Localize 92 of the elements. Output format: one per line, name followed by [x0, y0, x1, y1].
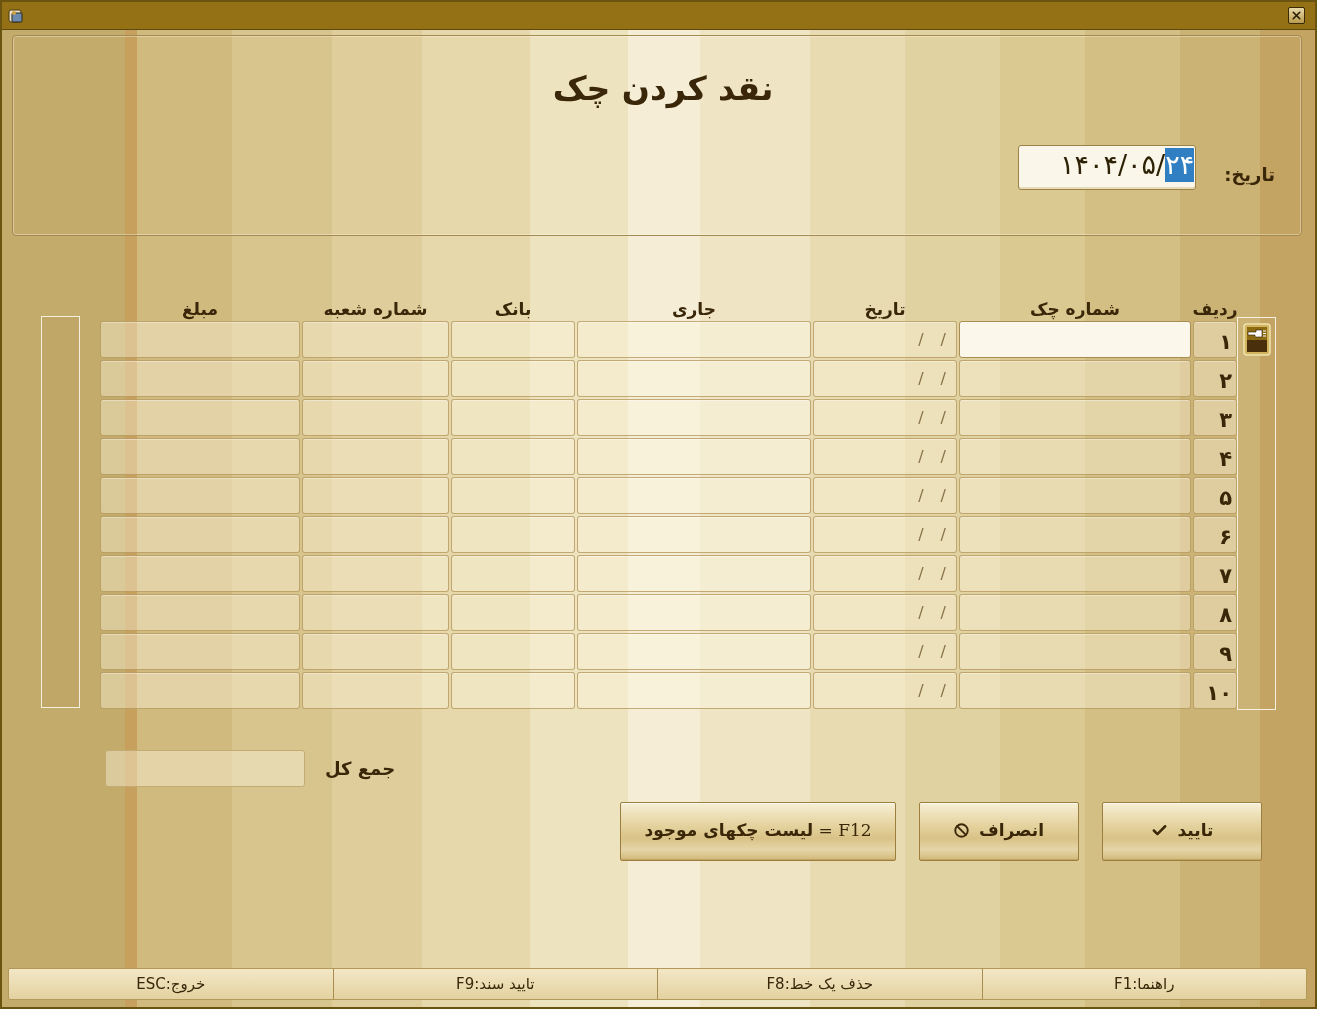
branch-number-cell[interactable]: [302, 477, 449, 514]
bank-cell[interactable]: [451, 672, 575, 709]
check-number-cell[interactable]: [959, 477, 1191, 514]
status-text: حذف یک خط:F8: [766, 975, 874, 993]
confirm-button[interactable]: تایید: [1102, 802, 1262, 861]
bank-cell[interactable]: [451, 516, 575, 553]
column-header: شماره چک: [1030, 299, 1120, 319]
total-label: جمع کل: [325, 758, 396, 779]
branch-number-cell[interactable]: [302, 555, 449, 592]
amount-cell[interactable]: [100, 516, 300, 553]
account-cell[interactable]: [577, 516, 811, 553]
date-label: تاریخ:: [1224, 164, 1275, 185]
account-cell[interactable]: [577, 438, 811, 475]
row-number-cell: ۱۰: [1193, 672, 1237, 709]
account-cell[interactable]: [577, 633, 811, 670]
bank-cell[interactable]: [451, 399, 575, 436]
account-cell[interactable]: [577, 594, 811, 631]
bank-cell[interactable]: [451, 555, 575, 592]
check-number-cell[interactable]: [959, 321, 1191, 358]
check-number-cell[interactable]: [959, 438, 1191, 475]
branch-number-cell[interactable]: [302, 672, 449, 709]
amount-cell[interactable]: [100, 438, 300, 475]
amount-cell[interactable]: [100, 321, 300, 358]
account-cell[interactable]: [577, 672, 811, 709]
branch-number-cell[interactable]: [302, 438, 449, 475]
date-cell[interactable]: / /: [813, 555, 957, 592]
date-field[interactable]: ۱۴۰۴/۰۵/۲۴: [1018, 145, 1197, 190]
date-cell[interactable]: / /: [813, 477, 957, 514]
status-text: راهنما:F1: [1114, 975, 1175, 993]
account-cell[interactable]: [577, 477, 811, 514]
amount-cell[interactable]: [100, 360, 300, 397]
date-cell[interactable]: / /: [813, 438, 957, 475]
bank-cell[interactable]: [451, 633, 575, 670]
branch-number-cell[interactable]: [302, 321, 449, 358]
close-icon: [1290, 9, 1303, 22]
column-header: شماره شعبه: [323, 299, 428, 319]
check-number-cell[interactable]: [959, 555, 1191, 592]
bank-cell[interactable]: [451, 321, 575, 358]
date-cell[interactable]: / /: [813, 321, 957, 358]
ban-icon: [953, 822, 969, 838]
date-cell[interactable]: / /: [813, 399, 957, 436]
row-number-cell: ۲: [1193, 360, 1237, 397]
date-cell[interactable]: / /: [813, 516, 957, 553]
status-text: خروج:ESC: [136, 975, 206, 993]
branch-number-cell[interactable]: [302, 633, 449, 670]
row-number-cell: ۹: [1193, 633, 1237, 670]
row-number-cell: ۱: [1193, 321, 1237, 358]
date-cell[interactable]: / /: [813, 672, 957, 709]
date-cell[interactable]: / /: [813, 360, 957, 397]
date-cell[interactable]: / /: [813, 594, 957, 631]
cancel-button[interactable]: انصراف: [919, 802, 1079, 861]
row-number-cell: ۶: [1193, 516, 1237, 553]
account-cell[interactable]: [577, 321, 811, 358]
row-number-cell: ۵: [1193, 477, 1237, 514]
check-number-cell[interactable]: [959, 399, 1191, 436]
status-text: تایید سند:F9: [456, 975, 535, 993]
total-field[interactable]: [105, 750, 305, 787]
amount-cell[interactable]: [100, 672, 300, 709]
row-number-cell: ۷: [1193, 555, 1237, 592]
close-button[interactable]: [1288, 7, 1305, 24]
row-number-cell: ۳: [1193, 399, 1237, 436]
amount-cell[interactable]: [100, 399, 300, 436]
check-number-cell[interactable]: [959, 360, 1191, 397]
bank-cell[interactable]: [451, 438, 575, 475]
amount-cell[interactable]: [100, 594, 300, 631]
account-cell[interactable]: [577, 360, 811, 397]
bank-cell[interactable]: [451, 477, 575, 514]
column-header: ردیف: [1192, 299, 1238, 319]
column-header: جاری: [672, 299, 716, 319]
check-number-cell[interactable]: [959, 594, 1191, 631]
row-number-cell: ۴: [1193, 438, 1237, 475]
amount-cell[interactable]: [100, 555, 300, 592]
bank-cell[interactable]: [451, 594, 575, 631]
check-number-cell[interactable]: [959, 633, 1191, 670]
app-icon: [8, 7, 24, 24]
check-number-cell[interactable]: [959, 516, 1191, 553]
amount-cell[interactable]: [100, 477, 300, 514]
column-header: تاریخ: [864, 299, 906, 319]
check-number-cell[interactable]: [959, 672, 1191, 709]
amount-cell[interactable]: [100, 633, 300, 670]
branch-number-cell[interactable]: [302, 594, 449, 631]
bank-cell[interactable]: [451, 360, 575, 397]
branch-number-cell[interactable]: [302, 360, 449, 397]
column-header: بانک: [494, 299, 532, 319]
date-cell[interactable]: / /: [813, 633, 957, 670]
row-number-cell: ۸: [1193, 594, 1237, 631]
column-header: مبلغ: [182, 299, 218, 319]
account-cell[interactable]: [577, 399, 811, 436]
branch-number-cell[interactable]: [302, 516, 449, 553]
branch-number-cell[interactable]: [302, 399, 449, 436]
account-cell[interactable]: [577, 555, 811, 592]
dialog-title: نقد کردن چک: [552, 68, 774, 110]
